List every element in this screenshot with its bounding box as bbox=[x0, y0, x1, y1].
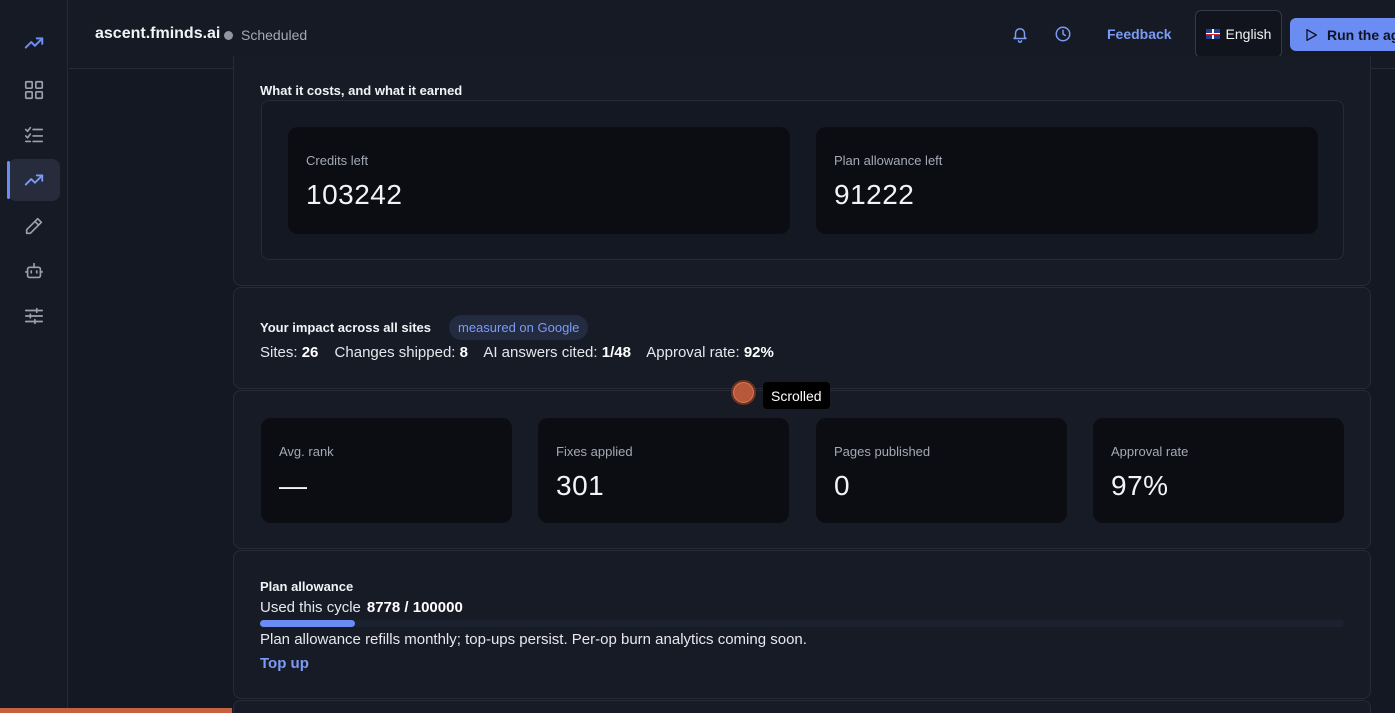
robot-icon bbox=[24, 262, 44, 279]
sidebar bbox=[0, 0, 68, 713]
approval-value: 92% bbox=[743, 344, 774, 361]
ai-cited-label: AI answers cited: bbox=[483, 344, 598, 361]
plan-used-value: 8778 / 100000 bbox=[366, 599, 463, 616]
cursor-indicator bbox=[731, 380, 756, 405]
plan-progress-fill bbox=[260, 620, 356, 627]
plan-allowance-panel: Plan allowance Used this cycle 8778 / 100… bbox=[233, 550, 1371, 699]
run-agent-label: Run the agent bbox=[1327, 26, 1395, 43]
metric-label: Avg. rank bbox=[279, 444, 334, 459]
plan-title: Plan allowance bbox=[260, 579, 354, 594]
bell-icon[interactable] bbox=[1008, 22, 1032, 46]
site-title[interactable]: ascent.fminds.ai bbox=[95, 25, 220, 43]
metric-card-avg-rank: Avg. rank — bbox=[261, 418, 512, 523]
play-icon bbox=[1306, 28, 1317, 41]
costs-inner-box: Credits left 103242 Plan allowance left … bbox=[261, 100, 1344, 260]
plan-progress-bar bbox=[260, 620, 1344, 627]
sidebar-item-agent[interactable] bbox=[8, 250, 60, 292]
approval-label: Approval rate: bbox=[646, 344, 740, 361]
metric-label: Approval rate bbox=[1111, 444, 1189, 459]
costs-panel: What it costs, and what it earned Credit… bbox=[233, 56, 1371, 286]
uk-flag-icon bbox=[1205, 29, 1220, 39]
logo-trend-icon[interactable] bbox=[8, 22, 60, 64]
pencil-icon bbox=[25, 217, 43, 235]
language-label: English bbox=[1225, 26, 1272, 42]
credits-card: Credits left 103242 bbox=[288, 127, 790, 234]
changes-label: Changes shipped: bbox=[334, 344, 456, 361]
credits-value: 103242 bbox=[306, 179, 403, 210]
allowance-label: Plan allowance left bbox=[834, 153, 943, 168]
metric-label: Fixes applied bbox=[556, 444, 633, 459]
metric-card-approval: Approval rate 97% bbox=[1093, 418, 1344, 523]
metric-card-pages: Pages published 0 bbox=[816, 418, 1067, 523]
sidebar-item-settings[interactable] bbox=[8, 295, 60, 337]
metrics-panel: Avg. rank — Fixes applied 301 Pages publ… bbox=[233, 390, 1371, 549]
sites-label: Sites: bbox=[260, 344, 298, 361]
scrolled-tooltip: Scrolled bbox=[763, 382, 830, 409]
metric-label: Pages published bbox=[834, 444, 931, 459]
app-root: ascent.fminds.ai Scheduled Feedback Engl… bbox=[0, 0, 1395, 713]
metric-card-fixes: Fixes applied 301 bbox=[538, 418, 789, 523]
feedback-link[interactable]: Feedback bbox=[1107, 26, 1172, 42]
metric-value: — bbox=[279, 470, 308, 501]
sidebar-item-analytics[interactable] bbox=[7, 159, 60, 201]
next-panel bbox=[233, 700, 1371, 713]
status-text: Scheduled bbox=[241, 27, 308, 43]
run-agent-button[interactable]: Run the agent bbox=[1290, 18, 1395, 51]
metric-value: 0 bbox=[834, 470, 851, 501]
top-up-link[interactable]: Top up bbox=[260, 655, 309, 672]
grid-icon bbox=[24, 80, 44, 100]
bottom-accent-bar bbox=[0, 708, 232, 713]
sliders-icon bbox=[24, 307, 44, 325]
allowance-card: Plan allowance left 91222 bbox=[816, 127, 1318, 234]
plan-note: Plan allowance refills monthly; top-ups … bbox=[260, 631, 807, 648]
credits-label: Credits left bbox=[306, 153, 369, 168]
impact-panel: Your impact across all sites measured on… bbox=[233, 287, 1371, 389]
history-clock-icon[interactable] bbox=[1051, 22, 1075, 46]
plan-used-label: Used this cycle bbox=[260, 599, 361, 616]
checklist-icon bbox=[24, 126, 44, 143]
changes-value: 8 bbox=[459, 344, 468, 361]
allowance-value: 91222 bbox=[834, 179, 915, 210]
metric-value: 97% bbox=[1111, 470, 1169, 501]
trend-up-icon bbox=[24, 174, 44, 186]
impact-stats-row: Sites: 26 Changes shipped: 8 AI answers … bbox=[260, 344, 774, 361]
ai-cited-value: 1/48 bbox=[601, 344, 631, 361]
plan-used-row: Used this cycle 8778 / 100000 bbox=[260, 599, 463, 616]
metric-value: 301 bbox=[556, 470, 605, 501]
measured-badge: measured on Google bbox=[449, 315, 589, 340]
status-dot bbox=[224, 31, 233, 40]
sidebar-item-tasks[interactable] bbox=[8, 114, 60, 156]
language-selector[interactable]: English bbox=[1195, 10, 1282, 58]
impact-title: Your impact across all sites bbox=[260, 320, 431, 335]
sidebar-item-dashboard[interactable] bbox=[8, 69, 60, 111]
sites-value: 26 bbox=[301, 344, 319, 361]
costs-title: What it costs, and what it earned bbox=[260, 83, 463, 98]
sidebar-item-editor[interactable] bbox=[8, 205, 60, 247]
